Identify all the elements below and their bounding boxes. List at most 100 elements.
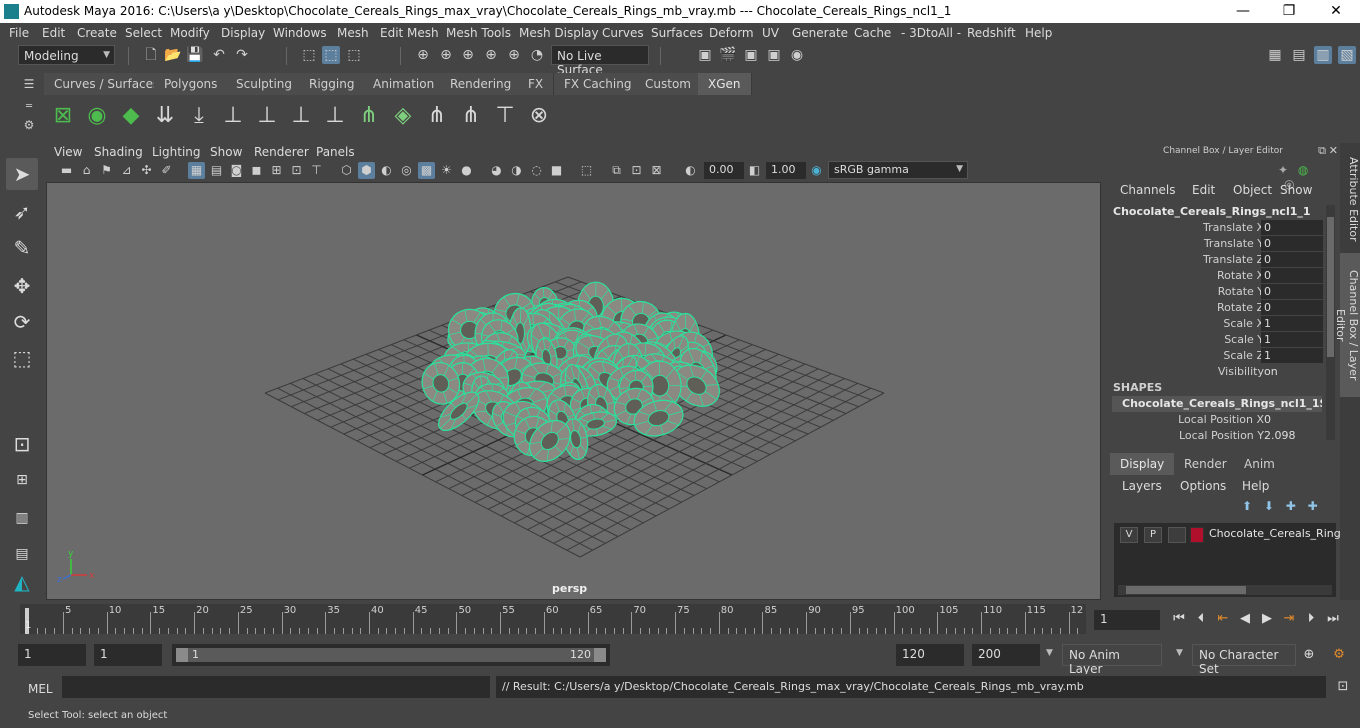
viewport-menu-view[interactable]: View: [54, 145, 82, 159]
open-scene-icon[interactable]: 📂: [164, 46, 182, 64]
grid-icon[interactable]: ▦: [188, 162, 205, 179]
xgen-create-icon[interactable]: ⊥: [218, 100, 248, 132]
play-backwards-icon[interactable]: ◀: [1236, 610, 1254, 628]
menu-show[interactable]: Show: [1280, 183, 1312, 197]
select-component-icon[interactable]: ⬚: [345, 46, 363, 64]
attr-row[interactable]: Local Position X0: [1106, 412, 1326, 428]
shelf-menu-icon[interactable]: ═: [20, 98, 38, 116]
xray-active-icon[interactable]: ⊡: [628, 162, 645, 179]
depth-of-field-icon[interactable]: ■: [548, 162, 565, 179]
shape-name[interactable]: Chocolate_Cereals_Rings_ncl1_1Shape: [1112, 396, 1322, 412]
menu-curves[interactable]: Curves: [602, 26, 644, 40]
field-chart-icon[interactable]: ⊞: [268, 162, 285, 179]
script-language-label[interactable]: MEL: [28, 682, 53, 696]
xgen-delete-icon[interactable]: ⊗: [524, 100, 554, 132]
attr-row[interactable]: Translate Y0: [1106, 236, 1326, 252]
shelf-tab-polygons[interactable]: Polygons: [154, 73, 229, 95]
maximize-button[interactable]: ❐: [1279, 2, 1299, 20]
snap-view-icon[interactable]: ⊕: [482, 46, 500, 64]
minimize-button[interactable]: —: [1233, 2, 1253, 20]
render-view-icon[interactable]: ▣: [765, 46, 783, 64]
shelf-tab-animation[interactable]: Animation: [363, 73, 446, 95]
layer-row[interactable]: V P Chocolate_Cereals_Rings: [1118, 526, 1346, 544]
mode-dropdown[interactable]: Modeling ▼: [18, 45, 115, 65]
menu-layers[interactable]: Layers: [1122, 479, 1162, 493]
save-scene-icon[interactable]: 💾: [186, 46, 204, 64]
safe-title-icon[interactable]: ⊤: [308, 162, 325, 179]
paint-select-tool-icon[interactable]: ✎: [6, 232, 38, 264]
time-slider-track[interactable]: 5 10 15 20 25 30 35 40 45 50 55 60 65 70 75 80 85 90 95 100…: [20, 604, 1086, 634]
hypershade-icon[interactable]: ◉: [788, 46, 806, 64]
menu-options[interactable]: Options: [1180, 479, 1226, 493]
gate-mask-icon[interactable]: ◼: [248, 162, 265, 179]
grease-pencil-icon[interactable]: ✐: [158, 162, 175, 179]
shelf-tab-custom[interactable]: Custom: [635, 73, 702, 95]
range-handle-start[interactable]: [176, 648, 188, 662]
scrollbar-thumb[interactable]: [1327, 217, 1334, 357]
shelf-tab-curves-surfaces[interactable]: Curves / Surfaces: [44, 73, 171, 95]
xgen-preview-icon[interactable]: ◉: [82, 100, 112, 132]
xgen-select-guide-icon[interactable]: ⊥: [252, 100, 282, 132]
menu-uv[interactable]: UV: [762, 26, 779, 40]
four-view-icon[interactable]: ⊞: [6, 464, 38, 496]
xgen-editor-icon[interactable]: ⊠: [48, 100, 78, 132]
isolate-select-icon[interactable]: ⬚: [578, 162, 595, 179]
current-frame-field[interactable]: 1: [1094, 610, 1160, 630]
tab-anim[interactable]: Anim: [1234, 453, 1285, 475]
layer-name[interactable]: Chocolate_Cereals_Rings: [1209, 527, 1346, 540]
gamma-icon[interactable]: ◧: [746, 162, 763, 179]
outliner-icon[interactable]: ▤: [1290, 46, 1308, 64]
attr-value[interactable]: 1: [1261, 316, 1323, 331]
redo-icon[interactable]: ↷: [233, 46, 251, 64]
layer-visibility-toggle[interactable]: V: [1120, 527, 1138, 543]
frame-all-icon[interactable]: ⊠: [648, 162, 665, 179]
menu-edit[interactable]: Edit: [42, 26, 65, 40]
step-forward-key-icon[interactable]: ⇥: [1280, 610, 1298, 628]
attr-value[interactable]: on: [1261, 364, 1323, 379]
playback-start-field[interactable]: 1: [94, 644, 162, 666]
attr-value[interactable]: 0: [1261, 252, 1323, 267]
attr-row[interactable]: Scale X1: [1106, 316, 1326, 332]
move-layer-down-icon[interactable]: ⬇: [1264, 499, 1274, 513]
bookmark-icon[interactable]: ⚑: [98, 162, 115, 179]
shadows-icon[interactable]: ●: [458, 162, 475, 179]
auto-key-icon[interactable]: ⊕: [1300, 646, 1318, 664]
anti-aliasing-icon[interactable]: ◌: [528, 162, 545, 179]
menu-surfaces[interactable]: Surfaces: [651, 26, 703, 40]
gamma-field[interactable]: 1.00: [766, 162, 806, 179]
new-layer-icon[interactable]: ✚: [1286, 499, 1296, 513]
menu-3dtoall[interactable]: - 3DtoAll -: [901, 26, 961, 40]
attr-row[interactable]: Translate Z0: [1106, 252, 1326, 268]
single-view-icon[interactable]: ⊡: [6, 428, 38, 460]
menu-mesh-tools[interactable]: Mesh Tools: [446, 26, 511, 40]
snap-curve-icon[interactable]: ⊕: [437, 46, 455, 64]
menu-mesh[interactable]: Mesh: [337, 26, 369, 40]
exposure-icon[interactable]: ◐: [682, 162, 699, 179]
resolution-gate-icon[interactable]: ◙: [228, 162, 245, 179]
attr-row[interactable]: Rotate Y0: [1106, 284, 1326, 300]
step-forward-frame-icon[interactable]: ⏵: [1302, 610, 1320, 628]
make-live-icon[interactable]: ◔: [528, 46, 546, 64]
shelf-tab-rigging[interactable]: Rigging: [299, 73, 366, 95]
smooth-shade-icon[interactable]: ⬢: [358, 162, 375, 179]
anim-layer-dropdown[interactable]: No Anim Layer: [1062, 644, 1162, 676]
menu-help[interactable]: Help: [1025, 26, 1052, 40]
menu-channels[interactable]: Channels: [1120, 183, 1176, 197]
use-all-lights-icon[interactable]: ☀: [438, 162, 455, 179]
gear-icon[interactable]: ⚙: [20, 116, 38, 134]
animation-end-field[interactable]: 200: [972, 644, 1040, 666]
render-frame-icon[interactable]: 🎬: [719, 46, 737, 64]
snap-point-icon[interactable]: ⊕: [459, 46, 477, 64]
perspective-viewport[interactable]: y x z persp: [46, 182, 1101, 600]
menu-mesh-display[interactable]: Mesh Display: [519, 26, 599, 40]
menu-edit-mesh[interactable]: Edit Mesh: [380, 26, 439, 40]
xray-joints-icon[interactable]: ⧉: [608, 162, 625, 179]
attr-row[interactable]: Rotate Z0: [1106, 300, 1326, 316]
tab-channel-box-layer-editor[interactable]: Channel Box / Layer Editor: [1334, 253, 1360, 397]
attr-row[interactable]: Visibility on: [1106, 364, 1326, 380]
attr-value[interactable]: 0: [1261, 412, 1323, 427]
go-to-start-icon[interactable]: ⏮: [1170, 610, 1188, 628]
menu-icon[interactable]: ☰: [20, 75, 38, 93]
scrollbar-thumb[interactable]: [1126, 586, 1246, 594]
workspace-icon[interactable]: ▦: [1266, 46, 1284, 64]
